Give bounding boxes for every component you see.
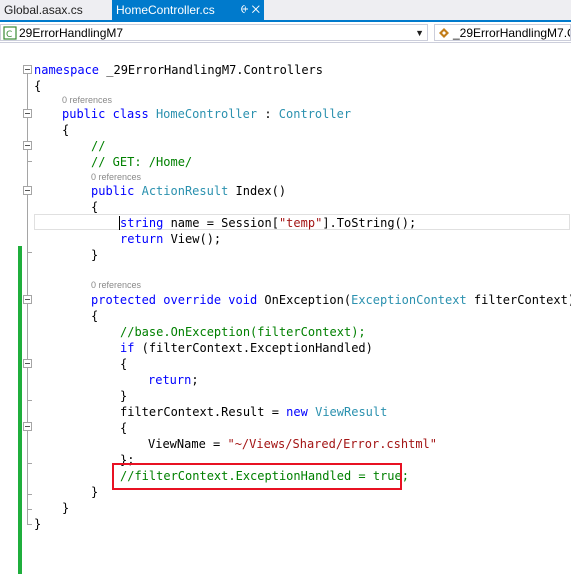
- code-line: filterContext.Result = new ViewResult: [120, 405, 388, 419]
- code-line: public ActionResult Index(): [91, 184, 287, 198]
- outline-line: [27, 431, 28, 463]
- outline-end: [27, 161, 32, 162]
- code-line: {: [91, 309, 99, 323]
- outline-end: [27, 494, 32, 495]
- code-line: }: [34, 517, 42, 531]
- code-editor[interactable]: namespace _29ErrorHandlingM7.Controllers…: [0, 44, 571, 574]
- project-name: 29ErrorHandlingM7: [19, 26, 124, 40]
- chevron-down-icon: ▼: [415, 28, 424, 38]
- codelens-references[interactable]: 0 references: [62, 94, 112, 106]
- code-line: string name = Session["temp"].ToString()…: [120, 216, 417, 230]
- code-line: return View();: [120, 232, 222, 246]
- code-line: }: [91, 248, 99, 262]
- tab-homecontroller[interactable]: HomeController.cs ⨭ ✕: [112, 0, 264, 20]
- code-line: {: [91, 200, 99, 214]
- svg-text:C: C: [6, 30, 12, 40]
- outline-line: [27, 368, 28, 400]
- collapse-namespace-icon[interactable]: [23, 65, 32, 74]
- tab-global-asax[interactable]: Global.asax.cs: [0, 0, 110, 20]
- outline-end: [27, 509, 32, 510]
- project-dropdown[interactable]: C 29ErrorHandlingM7 ▼: [0, 24, 428, 41]
- tab-label: Global.asax.cs: [4, 3, 83, 17]
- csharp-project-icon: C: [3, 26, 17, 40]
- code-line: {: [62, 123, 70, 137]
- codelens-references[interactable]: 0 references: [91, 171, 141, 183]
- collapse-comment-icon[interactable]: [23, 141, 32, 150]
- code-line: protected override void OnException(Exce…: [91, 293, 571, 307]
- collapse-initializer-icon[interactable]: [23, 422, 32, 431]
- member-dropdown[interactable]: _29ErrorHandlingM7.Co: [434, 24, 571, 41]
- outline-line: [27, 195, 28, 252]
- code-line: //: [91, 139, 106, 153]
- code-line: if (filterContext.ExceptionHandled): [120, 341, 373, 355]
- outline-line: [27, 150, 28, 161]
- annotation-highlight-box: [112, 463, 402, 490]
- outline-end: [27, 524, 32, 525]
- code-line: {: [120, 357, 128, 371]
- document-tab-bar: Global.asax.cs HomeController.cs ⨭ ✕: [0, 0, 571, 22]
- code-line: //base.OnException(filterContext);: [120, 325, 366, 339]
- outline-end: [27, 463, 32, 464]
- code-line: public class HomeController : Controller: [62, 107, 352, 121]
- change-tracking-bar: [18, 246, 22, 574]
- code-line: {: [34, 79, 42, 93]
- class-icon: [439, 27, 449, 38]
- code-line: {: [120, 421, 128, 435]
- code-line: ViewName = "~/Views/Shared/Error.cshtml": [148, 437, 437, 451]
- collapse-class-icon[interactable]: [23, 109, 32, 118]
- member-name: _29ErrorHandlingM7.Co: [453, 26, 571, 40]
- tab-label: HomeController.cs: [116, 3, 215, 17]
- code-line: namespace _29ErrorHandlingM7.Controllers: [34, 63, 323, 77]
- code-line: return;: [148, 373, 199, 387]
- code-line: }: [120, 389, 128, 403]
- pin-close-icons[interactable]: ⨭ ✕: [241, 0, 260, 20]
- code-line: }: [91, 485, 99, 499]
- outline-end: [27, 252, 32, 253]
- collapse-if-icon[interactable]: [23, 359, 32, 368]
- navigation-bar: C 29ErrorHandlingM7 ▼ _29ErrorHandlingM7…: [0, 22, 571, 43]
- collapse-onexception-icon[interactable]: [23, 295, 32, 304]
- code-line: // GET: /Home/: [91, 155, 193, 169]
- codelens-references[interactable]: 0 references: [91, 279, 141, 291]
- collapse-index-icon[interactable]: [23, 186, 32, 195]
- outline-end: [27, 400, 32, 401]
- code-line: }: [62, 501, 70, 515]
